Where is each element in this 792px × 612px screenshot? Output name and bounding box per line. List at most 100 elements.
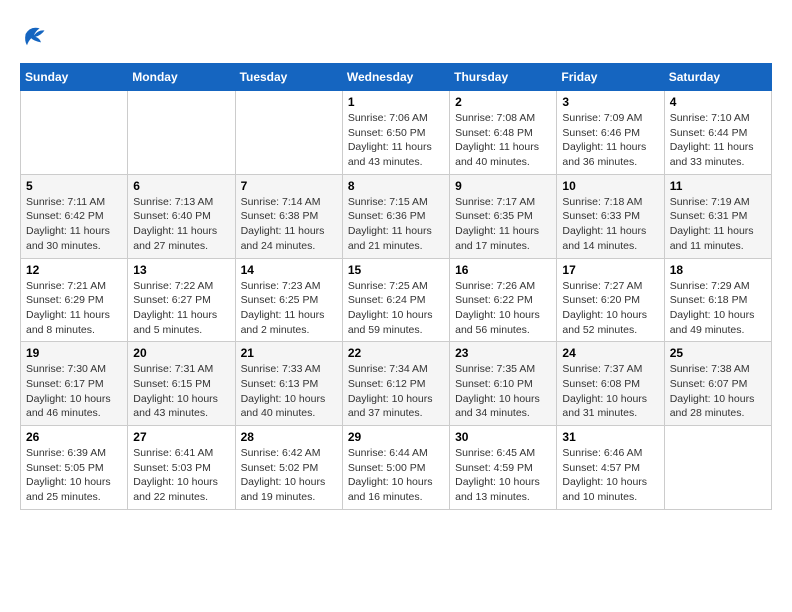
header — [20, 20, 772, 53]
calendar-cell: 18Sunrise: 7:29 AM Sunset: 6:18 PM Dayli… — [664, 258, 771, 342]
calendar-cell: 6 Sunrise: 7:13 AM Sunset: 6:40 PM Daylig… — [128, 174, 235, 258]
day-info: Sunrise: 6:42 AM Sunset: 5:02 PM Dayligh… — [241, 446, 337, 505]
day-info: Sunrise: 6:44 AM Sunset: 5:00 PM Dayligh… — [348, 446, 444, 505]
day-number: 5 — [26, 179, 122, 193]
calendar-cell: 11 Sunrise: 7:19 AM Sunset: 6:31 PM Dayli… — [664, 174, 771, 258]
calendar-cell — [664, 426, 771, 510]
weekday-header-saturday: Saturday — [664, 64, 771, 91]
day-number: 19 — [26, 346, 122, 360]
day-number: 4 — [670, 95, 766, 109]
day-info: Sunrise: 7:27 AM Sunset: 6:20 PM Dayligh… — [562, 279, 658, 338]
day-info: Sunrise: 7:19 AM Sunset: 6:31 PM Dayligh… — [670, 195, 766, 254]
calendar: SundayMondayTuesdayWednesdayThursdayFrid… — [20, 63, 772, 510]
day-number: 30 — [455, 430, 551, 444]
day-number: 23 — [455, 346, 551, 360]
day-number: 31 — [562, 430, 658, 444]
day-info: Sunrise: 7:30 AM Sunset: 6:17 PM Dayligh… — [26, 362, 122, 421]
logo — [20, 20, 52, 53]
weekday-header-sunday: Sunday — [21, 64, 128, 91]
calendar-week-row: 1 Sunrise: 7:06 AM Sunset: 6:50 PM Daylig… — [21, 91, 772, 175]
day-number: 15 — [348, 263, 444, 277]
day-number: 6 — [133, 179, 229, 193]
day-info: Sunrise: 6:45 AM Sunset: 4:59 PM Dayligh… — [455, 446, 551, 505]
day-info: Sunrise: 7:22 AM Sunset: 6:27 PM Dayligh… — [133, 279, 229, 338]
day-number: 21 — [241, 346, 337, 360]
weekday-header-wednesday: Wednesday — [342, 64, 449, 91]
calendar-week-row: 5 Sunrise: 7:11 AM Sunset: 6:42 PM Daylig… — [21, 174, 772, 258]
day-info: Sunrise: 7:37 AM Sunset: 6:08 PM Dayligh… — [562, 362, 658, 421]
day-number: 26 — [26, 430, 122, 444]
day-number: 13 — [133, 263, 229, 277]
calendar-cell: 26 Sunrise: 6:39 AM Sunset: 5:05 PM Dayli… — [21, 426, 128, 510]
calendar-cell: 8 Sunrise: 7:15 AM Sunset: 6:36 PM Daylig… — [342, 174, 449, 258]
day-number: 14 — [241, 263, 337, 277]
day-number: 12 — [26, 263, 122, 277]
day-info: Sunrise: 7:18 AM Sunset: 6:33 PM Dayligh… — [562, 195, 658, 254]
day-number: 16 — [455, 263, 551, 277]
day-number: 8 — [348, 179, 444, 193]
weekday-header-monday: Monday — [128, 64, 235, 91]
calendar-cell: 19 Sunrise: 7:30 AM Sunset: 6:17 PM Dayli… — [21, 342, 128, 426]
day-info: Sunrise: 7:06 AM Sunset: 6:50 PM Dayligh… — [348, 111, 444, 170]
calendar-cell — [21, 91, 128, 175]
calendar-cell: 3 Sunrise: 7:09 AM Sunset: 6:46 PM Daylig… — [557, 91, 664, 175]
calendar-cell: 1 Sunrise: 7:06 AM Sunset: 6:50 PM Daylig… — [342, 91, 449, 175]
calendar-cell: 28Sunrise: 6:42 AM Sunset: 5:02 PM Dayli… — [235, 426, 342, 510]
calendar-cell: 23 Sunrise: 7:35 AM Sunset: 6:10 PM Dayli… — [450, 342, 557, 426]
day-info: Sunrise: 7:15 AM Sunset: 6:36 PM Dayligh… — [348, 195, 444, 254]
calendar-cell — [235, 91, 342, 175]
day-info: Sunrise: 7:26 AM Sunset: 6:22 PM Dayligh… — [455, 279, 551, 338]
day-number: 24 — [562, 346, 658, 360]
day-info: Sunrise: 7:13 AM Sunset: 6:40 PM Dayligh… — [133, 195, 229, 254]
day-number: 20 — [133, 346, 229, 360]
weekday-header-row: SundayMondayTuesdayWednesdayThursdayFrid… — [21, 64, 772, 91]
day-number: 18 — [670, 263, 766, 277]
day-number: 27 — [133, 430, 229, 444]
weekday-header-tuesday: Tuesday — [235, 64, 342, 91]
calendar-cell: 10 Sunrise: 7:18 AM Sunset: 6:33 PM Dayli… — [557, 174, 664, 258]
day-info: Sunrise: 7:38 AM Sunset: 6:07 PM Dayligh… — [670, 362, 766, 421]
calendar-cell: 12Sunrise: 7:21 AM Sunset: 6:29 PM Dayli… — [21, 258, 128, 342]
day-number: 3 — [562, 95, 658, 109]
day-info: Sunrise: 6:41 AM Sunset: 5:03 PM Dayligh… — [133, 446, 229, 505]
day-info: Sunrise: 6:46 AM Sunset: 4:57 PM Dayligh… — [562, 446, 658, 505]
day-info: Sunrise: 7:09 AM Sunset: 6:46 PM Dayligh… — [562, 111, 658, 170]
day-info: Sunrise: 7:34 AM Sunset: 6:12 PM Dayligh… — [348, 362, 444, 421]
day-info: Sunrise: 7:11 AM Sunset: 6:42 PM Dayligh… — [26, 195, 122, 254]
calendar-cell: 30 Sunrise: 6:45 AM Sunset: 4:59 PM Dayli… — [450, 426, 557, 510]
logo-icon — [20, 20, 48, 53]
day-info: Sunrise: 7:35 AM Sunset: 6:10 PM Dayligh… — [455, 362, 551, 421]
day-number: 25 — [670, 346, 766, 360]
calendar-cell: 17 Sunrise: 7:27 AM Sunset: 6:20 PM Dayli… — [557, 258, 664, 342]
day-number: 2 — [455, 95, 551, 109]
day-info: Sunrise: 7:31 AM Sunset: 6:15 PM Dayligh… — [133, 362, 229, 421]
calendar-cell: 24 Sunrise: 7:37 AM Sunset: 6:08 PM Dayli… — [557, 342, 664, 426]
calendar-cell: 21Sunrise: 7:33 AM Sunset: 6:13 PM Dayli… — [235, 342, 342, 426]
day-number: 17 — [562, 263, 658, 277]
weekday-header-thursday: Thursday — [450, 64, 557, 91]
calendar-cell: 5 Sunrise: 7:11 AM Sunset: 6:42 PM Daylig… — [21, 174, 128, 258]
day-number: 11 — [670, 179, 766, 193]
calendar-cell: 31 Sunrise: 6:46 AM Sunset: 4:57 PM Dayli… — [557, 426, 664, 510]
day-info: Sunrise: 7:25 AM Sunset: 6:24 PM Dayligh… — [348, 279, 444, 338]
day-number: 7 — [241, 179, 337, 193]
calendar-week-row: 26 Sunrise: 6:39 AM Sunset: 5:05 PM Dayli… — [21, 426, 772, 510]
calendar-cell: 29 Sunrise: 6:44 AM Sunset: 5:00 PM Dayli… — [342, 426, 449, 510]
day-info: Sunrise: 6:39 AM Sunset: 5:05 PM Dayligh… — [26, 446, 122, 505]
day-info: Sunrise: 7:14 AM Sunset: 6:38 PM Dayligh… — [241, 195, 337, 254]
calendar-week-row: 12Sunrise: 7:21 AM Sunset: 6:29 PM Dayli… — [21, 258, 772, 342]
day-number: 29 — [348, 430, 444, 444]
weekday-header-friday: Friday — [557, 64, 664, 91]
calendar-cell: 15 Sunrise: 7:25 AM Sunset: 6:24 PM Dayli… — [342, 258, 449, 342]
calendar-cell: 20 Sunrise: 7:31 AM Sunset: 6:15 PM Dayli… — [128, 342, 235, 426]
calendar-cell: 2 Sunrise: 7:08 AM Sunset: 6:48 PM Daylig… — [450, 91, 557, 175]
calendar-cell: 13 Sunrise: 7:22 AM Sunset: 6:27 PM Dayli… — [128, 258, 235, 342]
day-number: 22 — [348, 346, 444, 360]
day-number: 10 — [562, 179, 658, 193]
calendar-cell: 14Sunrise: 7:23 AM Sunset: 6:25 PM Dayli… — [235, 258, 342, 342]
calendar-cell: 16 Sunrise: 7:26 AM Sunset: 6:22 PM Dayli… — [450, 258, 557, 342]
day-info: Sunrise: 7:10 AM Sunset: 6:44 PM Dayligh… — [670, 111, 766, 170]
day-number: 1 — [348, 95, 444, 109]
day-info: Sunrise: 7:17 AM Sunset: 6:35 PM Dayligh… — [455, 195, 551, 254]
day-info: Sunrise: 7:08 AM Sunset: 6:48 PM Dayligh… — [455, 111, 551, 170]
